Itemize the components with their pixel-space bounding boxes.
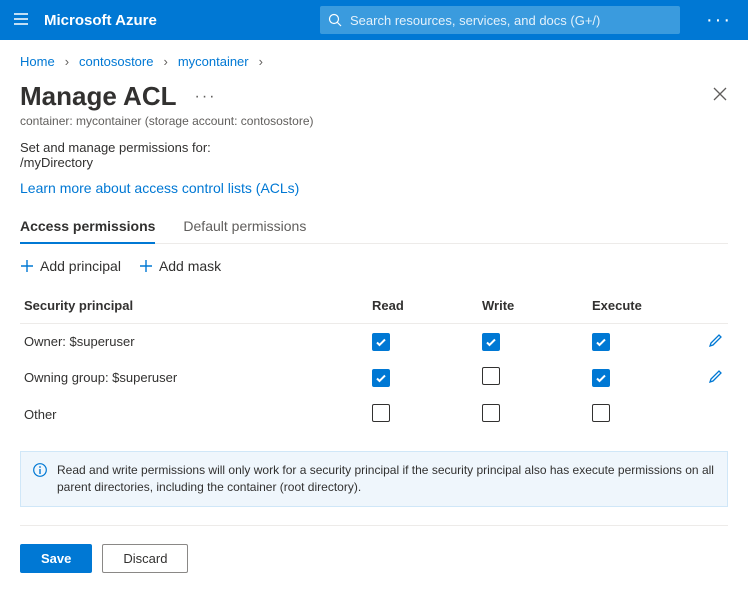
content: Home › contosostore › mycontainer › Mana… xyxy=(0,40,748,593)
brand-label: Microsoft Azure xyxy=(44,12,157,29)
read-checkbox[interactable] xyxy=(372,333,390,351)
chevron-right-icon: › xyxy=(65,54,69,69)
save-button[interactable]: Save xyxy=(20,544,92,573)
edit-icon[interactable] xyxy=(708,372,724,387)
col-edit xyxy=(698,288,728,324)
table-row: Other xyxy=(20,396,728,433)
read-checkbox[interactable] xyxy=(372,404,390,422)
chevron-right-icon: › xyxy=(163,54,167,69)
more-icon[interactable]: ··· xyxy=(702,9,736,32)
col-execute: Execute xyxy=(588,288,698,324)
footer: Save Discard xyxy=(20,544,728,573)
execute-checkbox[interactable] xyxy=(592,369,610,387)
tabs: Access permissions Default permissions xyxy=(20,210,728,244)
execute-checkbox[interactable] xyxy=(592,404,610,422)
permissions-path: /myDirectory xyxy=(20,155,728,170)
breadcrumb-home[interactable]: Home xyxy=(20,54,55,69)
breadcrumb: Home › contosostore › mycontainer › xyxy=(20,54,728,69)
table-row: Owner: $superuser xyxy=(20,324,728,360)
add-principal-label: Add principal xyxy=(40,258,121,274)
title-more-icon[interactable]: ··· xyxy=(195,88,217,106)
discard-button[interactable]: Discard xyxy=(102,544,188,573)
chevron-right-icon: › xyxy=(259,54,263,69)
principal-label: Owning group: $superuser xyxy=(20,359,368,396)
read-checkbox[interactable] xyxy=(372,369,390,387)
col-read: Read xyxy=(368,288,478,324)
principal-label: Owner: $superuser xyxy=(20,324,368,360)
add-mask-button[interactable]: Add mask xyxy=(139,258,221,274)
execute-checkbox[interactable] xyxy=(592,333,610,351)
search-box[interactable] xyxy=(320,6,680,34)
add-mask-label: Add mask xyxy=(159,258,221,274)
title-row: Manage ACL ··· xyxy=(20,81,728,112)
breadcrumb-container[interactable]: mycontainer xyxy=(178,54,249,69)
info-icon xyxy=(33,463,47,477)
table-row: Owning group: $superuser xyxy=(20,359,728,396)
edit-icon[interactable] xyxy=(708,336,724,351)
info-text: Read and write permissions will only wor… xyxy=(57,462,715,496)
write-checkbox[interactable] xyxy=(482,404,500,422)
separator xyxy=(20,525,728,526)
add-principal-button[interactable]: Add principal xyxy=(20,258,121,274)
info-banner: Read and write permissions will only wor… xyxy=(20,451,728,507)
principal-label: Other xyxy=(20,396,368,433)
breadcrumb-storage[interactable]: contosostore xyxy=(79,54,153,69)
plus-icon xyxy=(20,259,34,273)
action-bar: Add principal Add mask xyxy=(20,258,728,274)
col-write: Write xyxy=(478,288,588,324)
write-checkbox[interactable] xyxy=(482,333,500,351)
search-input[interactable] xyxy=(350,13,672,28)
hamburger-icon[interactable] xyxy=(12,10,30,31)
tab-access-permissions[interactable]: Access permissions xyxy=(20,210,155,244)
close-icon[interactable] xyxy=(712,86,728,107)
page-title: Manage ACL xyxy=(20,81,177,112)
write-checkbox[interactable] xyxy=(482,367,500,385)
topbar: Microsoft Azure ··· xyxy=(0,0,748,40)
acl-table: Security principal Read Write Execute Ow… xyxy=(20,288,728,433)
search-icon xyxy=(328,13,342,27)
plus-icon xyxy=(139,259,153,273)
permissions-for-label: Set and manage permissions for: xyxy=(20,140,728,155)
tab-default-permissions[interactable]: Default permissions xyxy=(183,210,306,243)
col-principal: Security principal xyxy=(20,288,368,324)
page-subtitle: container: mycontainer (storage account:… xyxy=(20,114,728,128)
learn-more-link[interactable]: Learn more about access control lists (A… xyxy=(20,180,299,196)
